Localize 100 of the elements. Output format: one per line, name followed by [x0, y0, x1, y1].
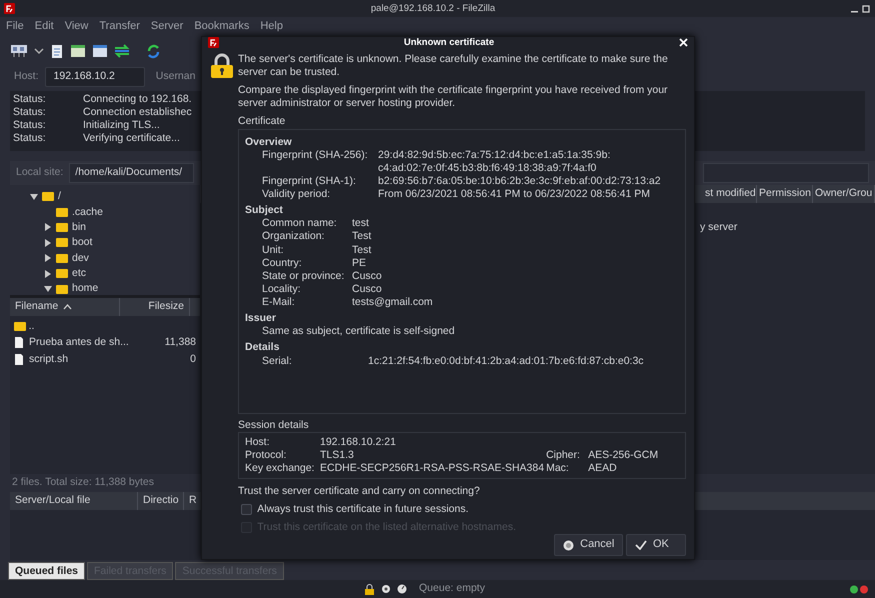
- group-label: Session details: [238, 418, 310, 432]
- queue-tab[interactable]: Queued files: [8, 562, 86, 580]
- log-label: Status:: [13, 132, 47, 146]
- log-message: Verifying certificate...: [83, 132, 180, 146]
- gauge-icon: [397, 584, 408, 594]
- section-heading: Details: [245, 341, 280, 354]
- tree-item[interactable]: /: [58, 190, 61, 204]
- field-label: Host:: [245, 436, 271, 449]
- tree-item[interactable]: .cache: [72, 206, 103, 219]
- log-message: Connection establishec: [83, 106, 192, 120]
- dialog-message: Compare the displayed fingerprint with the certificate fingerprint you have received from your server administrator or server hosting provider.: [238, 84, 669, 110]
- section-heading: Overview: [245, 136, 293, 149]
- folder-icon: [56, 238, 68, 248]
- ok-button[interactable]: OK: [626, 534, 686, 556]
- folder-icon: [56, 222, 68, 232]
- document-icon[interactable]: [50, 44, 64, 58]
- remote-list-message: y server: [700, 221, 738, 233]
- menu-item[interactable]: File: [6, 20, 24, 34]
- field-label: Common name:: [262, 217, 338, 230]
- menu-item[interactable]: Transfer: [99, 20, 140, 34]
- lock-icon: [364, 584, 376, 594]
- field-value: PE: [352, 256, 366, 270]
- log-label: Status:: [13, 106, 47, 120]
- field-label: Serial:: [262, 354, 293, 368]
- field-value: 1c:21:2f:54:fb:e0:0d:bf:41:2b:a4:ad:01:7b:e6:fd:87:cb:e0:3c: [368, 354, 644, 368]
- menu-item[interactable]: Server: [150, 20, 184, 34]
- field-label: State or province:: [262, 270, 346, 283]
- log-label: Status:: [13, 119, 47, 132]
- queue-status: Queue: empty: [419, 582, 485, 596]
- folder-icon: [56, 284, 68, 294]
- tree-item[interactable]: bin: [72, 220, 86, 234]
- field-value: test: [352, 217, 369, 230]
- expanded-arrow-icon[interactable]: [44, 285, 52, 294]
- dropdown-caret-icon[interactable]: [34, 47, 44, 55]
- radio-icon: [563, 540, 574, 551]
- collapsed-arrow-icon[interactable]: [44, 223, 52, 232]
- field-label: Unit:: [262, 244, 285, 257]
- file-list-summary: 2 files. Total size: 11,388 bytes: [11, 475, 156, 490]
- collapsed-arrow-icon[interactable]: [44, 238, 52, 247]
- host-field[interactable]: 192.168.10.2: [44, 67, 145, 87]
- field-value: AES-256-GCM: [588, 449, 660, 462]
- folder-icon: [56, 269, 68, 278]
- group-label: Certificate: [238, 115, 286, 128]
- field-value: From 06/23/2021 08:56:41 PM to 06/23/2022 08:56:41 PM: [378, 188, 650, 202]
- menu-item[interactable]: Edit: [34, 20, 54, 34]
- field-label: Country:: [262, 256, 303, 270]
- field-label: Cipher:: [546, 449, 581, 462]
- field-value: 29:d4:82:9d:5b:ec:7a:75:12:d4:bc:e1:a5:1a:35:9b:: [378, 148, 610, 162]
- checkbox[interactable]: [241, 504, 252, 515]
- field-value: ECDHE-SECP256R1-RSA-PSS-RSAE-SHA384: [320, 462, 544, 476]
- refresh-icon[interactable]: [146, 44, 161, 58]
- field-label: Organization:: [262, 230, 326, 244]
- app-logo-icon: [208, 37, 219, 48]
- cancel-button[interactable]: Cancel: [554, 534, 624, 556]
- file-name[interactable]: ..: [28, 320, 34, 333]
- window-title: pale@192.168.10.2 - FileZilla: [370, 2, 496, 14]
- window-icon[interactable]: [70, 44, 86, 58]
- field-label: Fingerprint (SHA-256):: [262, 148, 369, 163]
- field-label: Fingerprint (SHA-1):: [262, 174, 357, 188]
- field-label: Mac:: [546, 462, 570, 476]
- site-manager-icon[interactable]: [10, 44, 28, 58]
- collapsed-arrow-icon[interactable]: [44, 270, 52, 278]
- issuer-note: Same as subject, certificate is self-signed: [262, 325, 455, 338]
- tree-item[interactable]: etc: [72, 267, 86, 280]
- log-message: Initializing TLS...: [83, 119, 160, 132]
- question-text: Trust the server certificate and carry on connecting?: [238, 484, 481, 498]
- username-label: Usernan: [156, 70, 196, 84]
- field-value: c4:ad:02:7e:0f:45:b3:8b:f6:49:18:38:a9:7f:4a:f0: [378, 162, 598, 175]
- status-lights-icon: [848, 584, 869, 594]
- section-heading: Subject: [245, 204, 284, 218]
- field-value: Cusco: [352, 270, 382, 283]
- transfer-arrows-icon[interactable]: [114, 44, 130, 58]
- menu-item[interactable]: Help: [260, 20, 283, 34]
- dialog-title: Unknown certificate: [402, 37, 496, 49]
- field-label: Protocol:: [245, 449, 288, 462]
- expanded-arrow-icon[interactable]: [30, 192, 38, 201]
- field-label: E-Mail:: [262, 296, 296, 310]
- local-site-label: Local site:: [16, 166, 64, 180]
- file-icon: [14, 337, 24, 348]
- tree-item[interactable]: dev: [72, 252, 89, 265]
- folder-icon: [14, 322, 26, 331]
- field-value: b2:69:56:b7:6a:05:be:10:b6:2b:3e:3c:9f:eb:af:00:d2:73:13:a2: [378, 174, 661, 188]
- file-icon: [14, 354, 24, 365]
- folder-icon: [56, 254, 68, 263]
- file-name[interactable]: script.sh: [29, 352, 68, 366]
- file-name[interactable]: Prueba antes de sh...: [29, 336, 129, 350]
- window-icon[interactable]: [92, 44, 108, 58]
- file-size: 11,388: [164, 336, 196, 350]
- local-site-field[interactable]: /home/kali/Documents/: [69, 163, 194, 183]
- tree-item[interactable]: boot: [72, 236, 92, 250]
- field-value: Test: [352, 244, 372, 257]
- menu-item[interactable]: Bookmarks: [194, 20, 250, 34]
- menu-item[interactable]: View: [64, 20, 88, 34]
- host-label: Host:: [14, 70, 39, 84]
- tree-item[interactable]: home: [72, 282, 98, 295]
- collapsed-arrow-icon[interactable]: [44, 254, 52, 262]
- close-icon[interactable]: [679, 38, 688, 48]
- folder-icon: [42, 192, 54, 202]
- app-logo-icon: [4, 3, 15, 14]
- checkbox-label[interactable]: Always trust this certificate in future sessions.: [257, 502, 468, 516]
